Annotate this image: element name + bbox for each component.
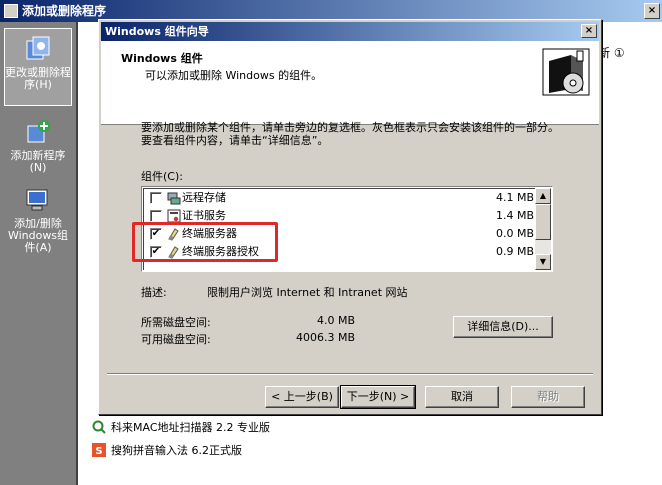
add-new-programs-icon	[27, 120, 50, 143]
scanner-icon	[92, 420, 106, 434]
add-remove-programs-icon	[4, 4, 18, 18]
component-size: 0.0 MB	[495, 227, 534, 240]
space-available-label: 可用磁盘空间:	[141, 333, 211, 346]
header-subtitle: 可以添加或删除 Windows 的组件。	[145, 69, 323, 82]
wizard-header: Windows 组件 可以添加或删除 Windows 的组件。	[101, 41, 599, 125]
component-checkbox[interactable]	[150, 192, 162, 204]
component-size: 0.9 MB	[495, 245, 534, 258]
annotation-highlight-box	[132, 222, 278, 262]
next-button[interactable]: 下一步(N) >	[340, 385, 416, 409]
help-button[interactable]: 帮助	[511, 386, 585, 408]
scroll-thumb[interactable]	[535, 204, 551, 240]
components-scrollbar[interactable]: ▲ ▼	[535, 188, 551, 270]
scroll-down-arrow-icon[interactable]: ▼	[535, 254, 551, 270]
setup-box-cd-icon	[542, 48, 590, 96]
list-item-mac-scanner[interactable]: 科来MAC地址扫描器 2.2 专业版	[92, 419, 270, 437]
dialog-close-button[interactable]: ×	[581, 24, 597, 38]
dialog-titlebar: Windows 组件向导 ×	[101, 22, 599, 41]
sidebar: 更改或删除程序(H) 添加新程序(N) 添加/删除Windows组件(A)	[0, 22, 76, 485]
list-item-sogou[interactable]: S 搜狗拼音输入法 6.2正式版	[92, 442, 242, 460]
list-item-label: 科来MAC地址扫描器 2.2 专业版	[111, 421, 270, 434]
sidebar-label-change-remove: 更改或删除程序(H)	[5, 66, 71, 91]
back-button[interactable]: < 上一步(B)	[265, 386, 339, 408]
background-window-title: 添加或删除程序	[22, 4, 107, 18]
description-text: 限制用户浏览 Internet 和 Intranet 网站	[207, 286, 408, 299]
change-remove-programs-icon	[26, 36, 50, 60]
components-label: 组件(C):	[141, 170, 183, 183]
svg-text:S: S	[95, 446, 102, 457]
component-size: 4.1 MB	[495, 191, 534, 204]
space-required-value: 4.0 MB	[316, 314, 355, 327]
component-checkbox[interactable]	[150, 210, 162, 222]
cancel-button[interactable]: 取消	[425, 386, 499, 408]
windows-components-icon	[26, 189, 48, 211]
space-available-value: 4006.3 MB	[295, 331, 355, 344]
sidebar-label-add-new: 添加新程序(N)	[10, 149, 66, 174]
dialog-title: Windows 组件向导	[105, 25, 209, 38]
background-close-button[interactable]: ×	[644, 3, 660, 19]
details-button[interactable]: 详细信息(D)...	[453, 316, 553, 338]
sidebar-item-change-remove[interactable]: 更改或删除程序(H)	[4, 28, 72, 106]
certificate-services-icon	[167, 209, 181, 223]
sidebar-label-windows-components: 添加/删除Windows组件(A)	[7, 217, 69, 254]
component-name: 远程存储	[182, 191, 226, 204]
windows-components-wizard: Windows 组件向导 × Windows 组件 可以添加或删除 Window…	[98, 19, 602, 415]
sidebar-item-windows-components[interactable]: 添加/删除Windows组件(A)	[4, 180, 72, 260]
remote-storage-icon	[167, 192, 181, 205]
component-size: 1.4 MB	[495, 209, 534, 222]
sidebar-item-add-new[interactable]: 添加新程序(N)	[4, 112, 72, 176]
component-row-remote-storage[interactable]: 远程存储 4.1 MB	[144, 189, 535, 207]
sogou-icon: S	[92, 443, 106, 457]
list-item-label: 搜狗拼音输入法 6.2正式版	[111, 444, 242, 457]
button-separator	[107, 373, 593, 375]
description-label: 描述:	[141, 286, 167, 299]
header-title: Windows 组件	[121, 52, 203, 65]
instructions-text: 要添加或删除某个组件，请单击旁边的复选框。灰色框表示只会安装该组件的一部分。要查…	[141, 121, 559, 147]
space-required-label: 所需磁盘空间:	[141, 316, 211, 329]
scroll-up-arrow-icon[interactable]: ▲	[535, 188, 551, 204]
